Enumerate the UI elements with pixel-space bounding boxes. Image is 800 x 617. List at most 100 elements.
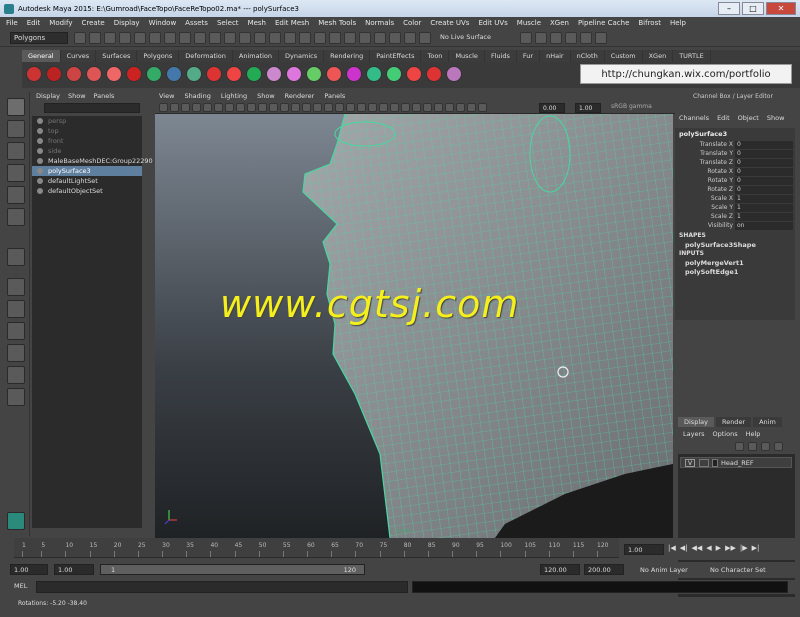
menu-item[interactable]: Select [217,19,239,27]
viewport-tool-icon[interactable] [192,103,201,112]
menu-item[interactable]: Mesh Tools [318,19,356,27]
persp-graph-layout-icon[interactable] [7,366,25,384]
viewport-tool-icon[interactable] [203,103,212,112]
viewport-3d[interactable]: persp [155,114,673,538]
playback-button[interactable]: ▶ [716,544,721,552]
viewport-tool-icon[interactable] [280,103,289,112]
channel-attribute[interactable]: Rotate X0 [675,168,795,177]
viewport-tool-icon[interactable] [302,103,311,112]
viewport-tool-icon[interactable] [456,103,465,112]
status-tool-icon[interactable] [359,32,371,44]
menu-item[interactable]: Normals [365,19,394,27]
shelf-tab[interactable]: Custom [605,50,643,62]
shelf-tool-icon[interactable] [186,66,202,82]
outliner-item[interactable]: MaleBaseMeshDEC:Group22290 [32,156,153,166]
command-language-label[interactable]: MEL [14,582,27,590]
shelf-tool-icon[interactable] [406,66,422,82]
attribute-value[interactable]: 0 [735,177,793,185]
playback-button[interactable]: ▶| [752,544,760,552]
outliner-item[interactable]: front [32,136,142,146]
select-tool-icon[interactable] [7,98,25,116]
channel-attribute[interactable]: Rotate Z0 [675,186,795,195]
shelf-tool-icon[interactable] [366,66,382,82]
character-set-dropdown[interactable]: No Character Set [710,566,766,574]
persp-outliner-layout-icon[interactable] [7,344,25,362]
input-node[interactable]: polyMergeVert1 [685,259,744,267]
channel-attribute[interactable]: Translate Z0 [675,159,795,168]
range-slider-bar[interactable]: 1 120 [100,564,365,575]
menu-item[interactable]: Muscle [517,19,541,27]
channel-box-menu-item[interactable]: Channels [679,114,709,124]
shelf-tab[interactable]: Polygons [137,50,180,62]
shelf-tool-icon[interactable] [306,66,322,82]
menu-item[interactable]: Edit UVs [478,19,507,27]
status-tool-icon[interactable] [224,32,236,44]
viewport-tool-icon[interactable] [379,103,388,112]
shelf-tab[interactable]: Muscle [449,50,485,62]
shelf-tab[interactable]: nCloth [571,50,605,62]
outliner-menu-item[interactable]: Display [36,92,60,102]
viewport-menu-item[interactable]: Shading [184,92,210,102]
new-layer-selected-icon[interactable] [748,442,757,451]
outliner-menu-item[interactable]: Show [68,92,86,102]
playback-button[interactable]: ▶▶ [725,544,736,552]
attribute-value[interactable]: 0 [735,159,793,167]
scale-tool-icon[interactable] [7,208,25,226]
channel-attribute[interactable]: Visibility on [675,222,795,231]
menu-item[interactable]: Display [114,19,140,27]
playback-button[interactable]: |▶ [740,544,748,552]
menu-set-dropdown[interactable]: Polygons [10,32,68,44]
start-time-field[interactable]: 1.00 [10,564,48,575]
channel-box-menu-item[interactable]: Show [767,114,785,124]
status-tool-icon[interactable] [344,32,356,44]
menu-item[interactable]: Edit Mesh [275,19,309,27]
outliner-item[interactable]: persp [32,116,142,126]
shelf-tab[interactable]: XGen [643,50,674,62]
viewport-tool-icon[interactable] [346,103,355,112]
minimize-button[interactable]: – [718,2,740,15]
channel-attribute[interactable]: Scale X1 [675,195,795,204]
input-node[interactable]: polySoftEdge1 [685,268,738,276]
layer-name[interactable]: Head_REF [721,459,754,467]
status-tool-icon[interactable] [284,32,296,44]
attribute-value[interactable]: 0 [735,141,793,149]
shelf-tool-icon[interactable] [206,66,222,82]
viewport-tool-icon[interactable] [390,103,399,112]
outliner-item[interactable]: top [32,126,142,136]
menu-item[interactable]: Bifrost [638,19,661,27]
move-layer-down-icon[interactable] [774,442,783,451]
viewport-tool-icon[interactable] [357,103,366,112]
channel-attribute[interactable]: Translate Y0 [675,150,795,159]
viewport-tool-icon[interactable] [313,103,322,112]
status-tool-icon[interactable] [389,32,401,44]
render-tool-icon[interactable] [565,32,577,44]
channel-attribute[interactable]: Translate X0 [675,141,795,150]
status-tool-icon[interactable] [119,32,131,44]
scale-value-field[interactable]: 1.00 [575,103,601,113]
menu-item[interactable]: File [6,19,18,27]
shelf-tool-icon[interactable] [106,66,122,82]
status-tool-icon[interactable] [134,32,146,44]
viewport-tool-icon[interactable] [258,103,267,112]
menu-item[interactable]: Color [403,19,421,27]
status-tool-icon[interactable] [194,32,206,44]
menu-item[interactable]: Create UVs [430,19,469,27]
attribute-value[interactable]: 0 [735,168,793,176]
outliner-item[interactable]: defaultObjectSet [32,186,142,196]
outliner-menu-item[interactable]: Panels [94,92,115,102]
four-pane-layout-icon[interactable] [7,300,25,318]
channel-attribute[interactable]: Scale Y1 [675,204,795,213]
shelf-tool-icon[interactable] [86,66,102,82]
layer-editor-tab[interactable]: Render [715,417,752,427]
viewport-tool-icon[interactable] [478,103,487,112]
move-tool-icon[interactable] [7,164,25,182]
render-tool-icon[interactable] [535,32,547,44]
shelf-tab[interactable]: Fluids [485,50,517,62]
viewport-menu-item[interactable]: Show [257,92,275,102]
viewport-tool-icon[interactable] [236,103,245,112]
viewport-tool-icon[interactable] [214,103,223,112]
end-time-field[interactable]: 200.00 [584,564,624,575]
status-tool-icon[interactable] [149,32,161,44]
status-tool-icon[interactable] [299,32,311,44]
shelf-tab[interactable]: nHair [540,50,571,62]
